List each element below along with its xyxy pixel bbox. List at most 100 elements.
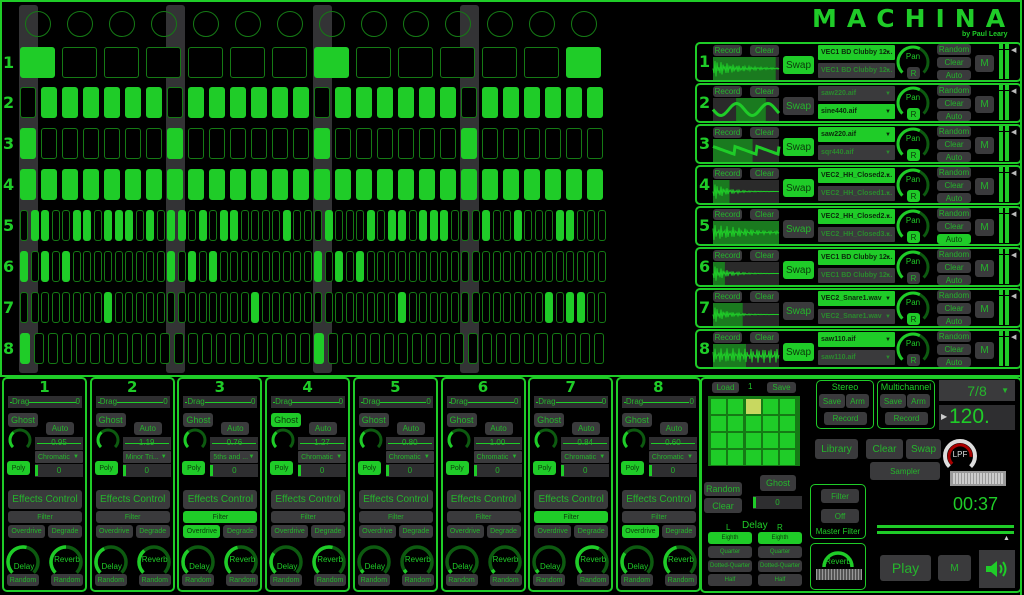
sequencer-step[interactable] (135, 210, 144, 241)
delay-right-option[interactable]: Half (758, 574, 802, 586)
ghost-button[interactable]: Ghost (271, 413, 302, 427)
random-button[interactable]: Random (937, 44, 971, 55)
sequencer-step[interactable] (356, 251, 364, 282)
sequencer-step[interactable] (240, 292, 249, 323)
delay-random-button[interactable]: Random (445, 574, 478, 586)
record-button[interactable]: Record (713, 332, 742, 343)
sequencer-step[interactable] (356, 333, 366, 364)
sequencer-step[interactable] (209, 292, 217, 323)
sequencer-step[interactable] (230, 87, 246, 118)
sequencer-step[interactable] (286, 333, 296, 364)
overdrive-button[interactable]: Overdrive (621, 525, 659, 538)
clear-sample-button[interactable]: Clear (750, 45, 779, 56)
pitch-value-slider[interactable]: 1.19 (122, 437, 171, 450)
play-button[interactable]: Play (880, 555, 931, 581)
delay-random-button[interactable]: Random (620, 574, 653, 586)
sequencer-step[interactable] (534, 210, 543, 241)
overdrive-button[interactable]: Overdrive (446, 525, 484, 538)
sequencer-step[interactable] (146, 128, 162, 159)
master-filter-off-button[interactable]: Off (821, 509, 859, 523)
sequencer-step[interactable] (314, 87, 330, 118)
sequencer-step[interactable] (261, 292, 270, 323)
mute-button[interactable]: M (975, 96, 994, 113)
auto-button[interactable]: Auto (937, 111, 971, 121)
sequencer-step[interactable] (408, 210, 417, 241)
random-button[interactable]: Random (937, 290, 971, 301)
sequencer-step[interactable] (566, 292, 574, 323)
auto-button[interactable]: Auto (937, 275, 971, 285)
record-button[interactable]: Record (713, 45, 742, 56)
sequencer-step[interactable] (93, 251, 102, 282)
sequencer-step[interactable] (258, 333, 268, 364)
effects-control-button[interactable]: Effects Control (358, 490, 433, 509)
degrade-button[interactable]: Degrade (135, 525, 170, 538)
overdrive-button[interactable]: Overdrive (183, 525, 221, 538)
stereo-save-button[interactable]: Save (819, 394, 845, 408)
sequencer-step[interactable] (177, 251, 186, 282)
sequencer-step[interactable] (482, 87, 498, 118)
clear-automation-button[interactable]: Clear (937, 57, 971, 68)
auto-button[interactable]: Auto (937, 316, 971, 326)
sequencer-step[interactable] (566, 87, 582, 118)
scale-dropdown[interactable]: Chromatic ▼ (561, 451, 610, 463)
sequencer-step[interactable] (492, 292, 501, 323)
auto-button[interactable]: Auto (133, 422, 162, 435)
sequencer-step[interactable] (114, 210, 123, 241)
sequencer-step[interactable] (251, 210, 259, 241)
pattern-pad[interactable] (780, 433, 796, 448)
sequencer-step[interactable] (566, 47, 601, 78)
sequencer-step[interactable] (356, 87, 372, 118)
sequencer-step[interactable] (412, 333, 422, 364)
sequencer-step[interactable] (398, 333, 408, 364)
record-button[interactable]: Record (713, 86, 742, 97)
sequencer-step[interactable] (300, 333, 310, 364)
pattern-pad[interactable] (745, 450, 761, 465)
clear-sample-button[interactable]: Clear (750, 332, 779, 343)
sequencer-step[interactable] (188, 333, 198, 364)
sequencer-step[interactable] (513, 251, 522, 282)
multichannel-record-button[interactable]: Record (885, 412, 928, 425)
sequencer-step[interactable] (482, 333, 492, 364)
offset-number-box[interactable]: 0 (561, 464, 610, 477)
sequencer-step[interactable] (188, 87, 204, 118)
filter-button[interactable]: Filter (621, 511, 696, 523)
ghost-button[interactable]: Ghost (621, 413, 652, 427)
sequencer-step[interactable] (104, 169, 120, 200)
sequencer-step[interactable] (146, 210, 154, 241)
pattern-pad[interactable] (745, 433, 761, 448)
swap-button[interactable]: Swap (906, 439, 941, 459)
reverb-random-button[interactable]: Random (664, 574, 697, 586)
sequencer-step[interactable] (93, 210, 102, 241)
sequencer-step[interactable] (62, 128, 78, 159)
random-button[interactable]: Random (704, 482, 742, 496)
sequencer-step[interactable] (146, 169, 162, 200)
sequencer-step[interactable] (30, 210, 39, 241)
sample-b-dropdown[interactable]: sqr440.aif ▼ (818, 145, 895, 160)
sequencer-step[interactable] (216, 333, 226, 364)
volume-marker-icon[interactable]: ◀ (1011, 169, 1016, 177)
swap-button[interactable]: Swap (783, 97, 814, 115)
sequencer-step[interactable] (132, 333, 142, 364)
auto-button[interactable]: Auto (396, 422, 425, 435)
sequencer-step[interactable] (272, 47, 307, 78)
pan-reset-button[interactable]: R (907, 67, 920, 79)
sequencer-step[interactable] (482, 251, 490, 282)
delay-random-button[interactable]: Random (533, 574, 566, 586)
sequencer-step[interactable] (114, 251, 123, 282)
pitch-value-slider[interactable]: 0.80 (385, 437, 434, 450)
sequencer-step[interactable] (83, 128, 99, 159)
sample-b-dropdown[interactable]: VEC1 BD Clubby 12... ▼ (818, 268, 895, 283)
drag-slider[interactable]: Drag 0 (8, 396, 82, 408)
sequencer-step[interactable] (20, 210, 28, 241)
sequencer-step[interactable] (118, 333, 128, 364)
sequencer-step[interactable] (503, 292, 511, 323)
sequencer-step[interactable] (398, 47, 433, 78)
sequencer-step[interactable] (240, 210, 249, 241)
filter-button[interactable]: Filter (183, 511, 258, 523)
sequencer-step[interactable] (555, 210, 564, 241)
poly-button[interactable]: Poly (94, 461, 118, 475)
load-pattern-button[interactable]: Load (712, 382, 739, 393)
ghost-button[interactable]: Ghost (95, 413, 126, 427)
sequencer-step[interactable] (324, 251, 333, 282)
sequencer-step[interactable] (251, 169, 267, 200)
